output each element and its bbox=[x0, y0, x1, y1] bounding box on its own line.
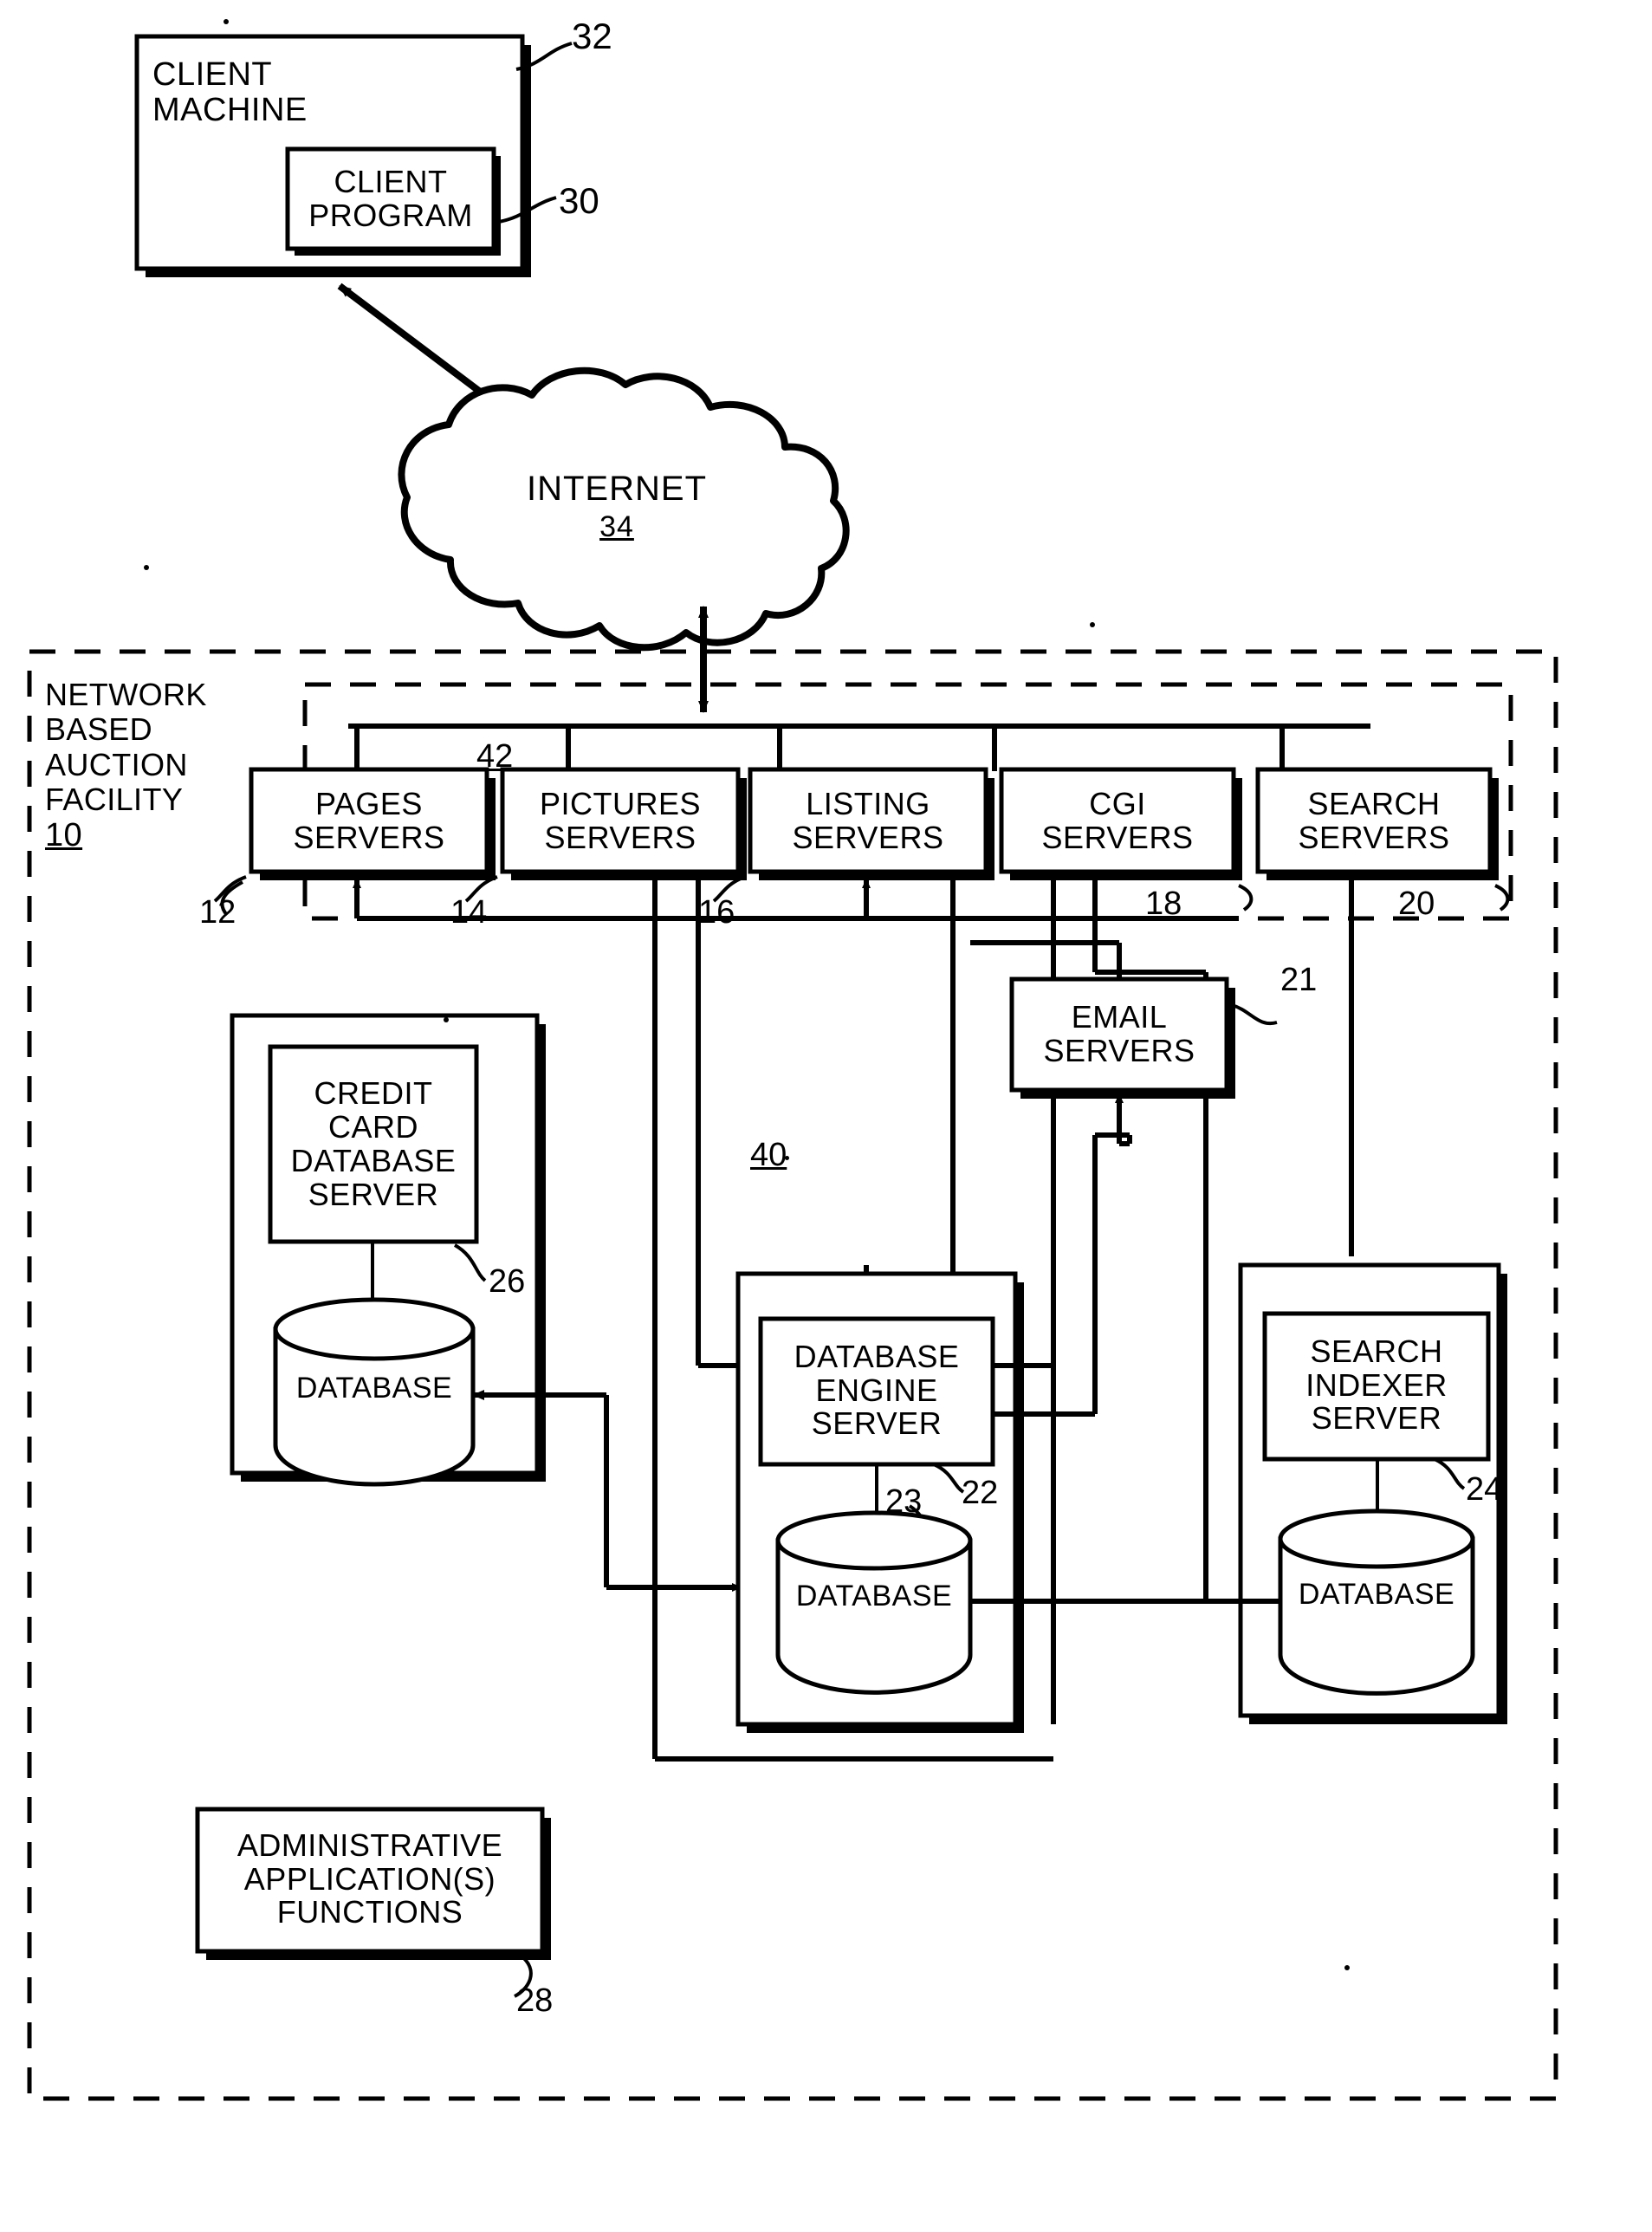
admin-apps-box[interactable] bbox=[195, 1807, 551, 1998]
ref-14: 14 bbox=[450, 894, 488, 931]
ref-16: 16 bbox=[698, 894, 735, 931]
pictures-servers-box[interactable] bbox=[464, 767, 747, 903]
internet-ref: 34 bbox=[599, 510, 634, 543]
speck-5 bbox=[444, 1017, 449, 1022]
ref-24: 24 bbox=[1466, 1471, 1503, 1508]
facility-label: NETWORK BASED AUCTION FACILITY 10 bbox=[45, 677, 207, 854]
ref-18: 18 bbox=[1145, 886, 1182, 922]
speck-1 bbox=[224, 19, 229, 24]
speck-2 bbox=[144, 565, 149, 570]
credit-card-db-cylinder bbox=[273, 1297, 476, 1487]
search-servers-box[interactable] bbox=[1255, 767, 1510, 912]
cgi-servers-box[interactable] bbox=[999, 767, 1254, 912]
speck-4 bbox=[1344, 1965, 1350, 1970]
facility-ref: 10 bbox=[45, 817, 83, 854]
credit-card-server-panel bbox=[230, 1013, 742, 1592]
ref-23: 23 bbox=[885, 1483, 923, 1520]
ref-30: 30 bbox=[559, 180, 599, 221]
ref-21: 21 bbox=[1280, 962, 1318, 998]
ref-12: 12 bbox=[199, 894, 236, 931]
internet-name: INTERNET bbox=[527, 470, 707, 508]
database-engine-panel bbox=[735, 1132, 1206, 1733]
ref-20: 20 bbox=[1398, 886, 1435, 922]
ref-26: 26 bbox=[489, 1263, 526, 1300]
search-indexer-db-cylinder bbox=[1278, 1509, 1475, 1696]
client-to-internet-arrow bbox=[337, 282, 503, 411]
ref-42: 42 bbox=[476, 738, 514, 775]
ref-32: 32 bbox=[572, 16, 612, 56]
diagram-canvas bbox=[27, 34, 1558, 2101]
ref-28: 28 bbox=[516, 1982, 554, 2019]
client-machine-group bbox=[134, 34, 573, 277]
ref-22: 22 bbox=[962, 1475, 999, 1511]
ref-40: 40 bbox=[750, 1137, 787, 1173]
patent-figure: CLIENT MACHINE CLIENT PROGRAM 32 30 INTE… bbox=[0, 0, 1652, 2232]
speck-3 bbox=[1090, 622, 1095, 627]
internet-label: INTERNET 34 bbox=[478, 468, 755, 545]
database-engine-db-cylinder bbox=[775, 1510, 973, 1695]
speck-6 bbox=[785, 1156, 789, 1160]
search-indexer-panel bbox=[1203, 972, 1507, 1724]
